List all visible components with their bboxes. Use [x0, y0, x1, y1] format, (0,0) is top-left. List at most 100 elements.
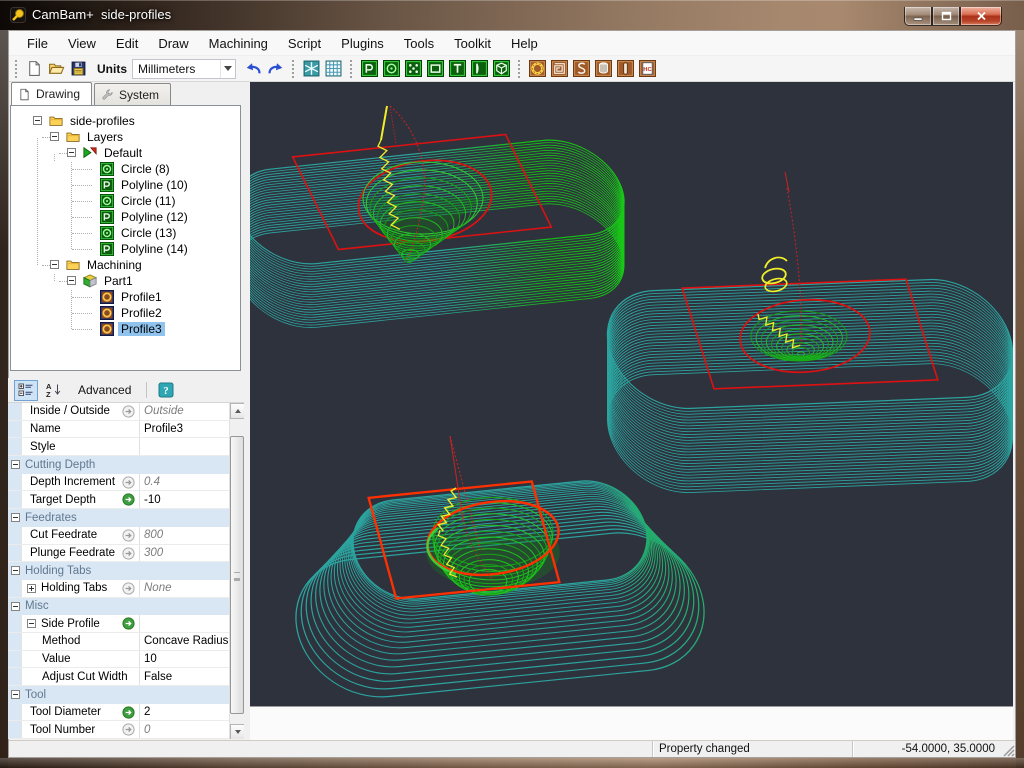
tree-item-machining[interactable]: Machining — [66, 257, 145, 273]
property-value[interactable]: 2 — [139, 704, 229, 721]
property-row-holding-tabs[interactable]: Holding TabsNone — [8, 580, 229, 598]
property-value[interactable] — [139, 615, 229, 632]
menu-item-draw[interactable]: Draw — [148, 33, 198, 54]
tab-system[interactable]: System — [94, 83, 171, 105]
menu-item-script[interactable]: Script — [278, 33, 331, 54]
open-file-button[interactable] — [45, 58, 67, 80]
menu-item-tools[interactable]: Tools — [394, 33, 444, 54]
property-value[interactable]: None — [139, 580, 229, 597]
draw-surface-button[interactable] — [490, 58, 512, 80]
tree-item-profile2[interactable]: Profile2 — [100, 305, 165, 321]
chevron-down-icon[interactable] — [220, 60, 235, 78]
property-row-name[interactable]: NameProfile3 — [8, 421, 229, 439]
menu-item-machining[interactable]: Machining — [199, 33, 278, 54]
tree-item-profile3[interactable]: Profile3 — [100, 321, 165, 337]
machining-drill-button[interactable] — [592, 58, 614, 80]
machining-nc-button[interactable]: HC — [636, 58, 658, 80]
viewport-3d[interactable] — [250, 82, 1013, 706]
machining-pocket-button[interactable] — [548, 58, 570, 80]
advanced-button[interactable]: Advanced — [70, 381, 139, 399]
property-row-tool-diameter[interactable]: Tool Diameter2 — [8, 704, 229, 722]
tree-item-polyline-14-[interactable]: Polyline (14) — [100, 241, 191, 257]
property-row-adjust-cut-width[interactable]: Adjust Cut WidthFalse — [8, 668, 229, 686]
property-value[interactable]: False — [139, 668, 229, 685]
property-value[interactable]: Outside — [139, 403, 229, 420]
minimize-button[interactable] — [904, 7, 932, 26]
tree-item-side-profiles[interactable]: side-profiles — [49, 113, 138, 129]
property-value[interactable]: -10 — [139, 491, 229, 508]
machining-slot-button[interactable] — [614, 58, 636, 80]
property-row-inside-outside[interactable]: Inside / OutsideOutside — [8, 403, 229, 421]
menu-item-view[interactable]: View — [58, 33, 106, 54]
property-grid-scrollbar[interactable] — [229, 403, 244, 739]
property-row-cut-feedrate[interactable]: Cut Feedrate800 — [8, 527, 229, 545]
property-value[interactable]: 10 — [139, 651, 229, 668]
grid-button[interactable] — [322, 58, 344, 80]
draw-circle-button[interactable] — [380, 58, 402, 80]
draw-polyline-button[interactable] — [358, 58, 380, 80]
property-category-cutting-depth[interactable]: Cutting Depth — [8, 456, 229, 474]
property-row-plunge-feedrate[interactable]: Plunge Feedrate300 — [8, 545, 229, 563]
tab-drawing[interactable]: Drawing — [11, 82, 92, 105]
property-category-holding-tabs[interactable]: Holding Tabs — [8, 562, 229, 580]
menu-item-plugins[interactable]: Plugins — [331, 33, 394, 54]
property-value[interactable]: 800 — [139, 527, 229, 544]
scroll-up-button[interactable] — [230, 403, 244, 419]
draw-text-button[interactable] — [446, 58, 468, 80]
undo-button[interactable] — [242, 58, 264, 80]
property-row-target-depth[interactable]: Target Depth-10 — [8, 491, 229, 509]
draw-arc-button[interactable] — [468, 58, 490, 80]
menu-item-help[interactable]: Help — [501, 33, 548, 54]
property-value[interactable]: 0 — [139, 721, 229, 738]
property-row-value[interactable]: Value10 — [8, 651, 229, 669]
property-value[interactable]: Profile3 — [139, 421, 229, 438]
tree-expander[interactable] — [50, 260, 59, 269]
tree-item-circle-11-[interactable]: Circle (11) — [100, 193, 178, 209]
scroll-down-button[interactable] — [230, 724, 244, 739]
machining-engrave-button[interactable] — [570, 58, 592, 80]
tree-item-default[interactable]: Default — [83, 145, 145, 161]
property-row-method[interactable]: MethodConcave Radius — [8, 633, 229, 651]
tree-item-circle-8-[interactable]: Circle (8) — [100, 161, 173, 177]
tree-item-polyline-12-[interactable]: Polyline (12) — [100, 209, 191, 225]
redo-button[interactable] — [264, 58, 286, 80]
property-row-depth-increment[interactable]: Depth Increment0.4 — [8, 474, 229, 492]
property-row-side-profile[interactable]: Side Profile — [8, 615, 229, 633]
title-bar[interactable]: CamBam+ side-profiles — [0, 0, 1024, 30]
scrollbar-thumb[interactable] — [230, 436, 244, 714]
property-row-tool-number[interactable]: Tool Number0 — [8, 721, 229, 739]
menu-item-file[interactable]: File — [17, 33, 58, 54]
property-category-misc[interactable]: Misc — [8, 598, 229, 616]
draw-rectangle-button[interactable] — [424, 58, 446, 80]
tree-item-part1[interactable]: Part1 — [83, 273, 136, 289]
axes-button[interactable] — [300, 58, 322, 80]
property-value[interactable]: 300 — [139, 545, 229, 562]
property-category-feedrates[interactable]: Feedrates — [8, 509, 229, 527]
tree-expander[interactable] — [33, 116, 42, 125]
tree-item-layers[interactable]: Layers — [66, 129, 126, 145]
new-file-button[interactable] — [23, 58, 45, 80]
machining-profile-button[interactable] — [526, 58, 548, 80]
save-file-button[interactable] — [67, 58, 89, 80]
tree-expander[interactable] — [67, 148, 76, 157]
property-value[interactable]: 0.4 — [139, 474, 229, 491]
property-row-style[interactable]: Style — [8, 438, 229, 456]
close-button[interactable] — [960, 7, 1002, 26]
tree-item-profile1[interactable]: Profile1 — [100, 289, 165, 305]
tree-expander[interactable] — [50, 132, 59, 141]
property-value[interactable]: Concave Radius — [139, 633, 229, 650]
property-value[interactable] — [139, 438, 229, 455]
tree-expander[interactable] — [67, 276, 76, 285]
menu-item-edit[interactable]: Edit — [106, 33, 148, 54]
maximize-button[interactable] — [932, 7, 960, 26]
draw-points-button[interactable] — [402, 58, 424, 80]
tree-item-polyline-10-[interactable]: Polyline (10) — [100, 177, 191, 193]
menu-item-toolkit[interactable]: Toolkit — [444, 33, 501, 54]
help-button[interactable]: ? — [154, 380, 178, 401]
tree-item-circle-13-[interactable]: Circle (13) — [100, 225, 179, 241]
units-select[interactable]: Millimeters — [132, 59, 236, 79]
property-category-tool[interactable]: Tool — [8, 686, 229, 704]
sort-alphabetical-button[interactable]: A Z — [42, 380, 66, 401]
categorized-view-button[interactable] — [14, 380, 38, 401]
resize-grip[interactable] — [1002, 744, 1015, 757]
